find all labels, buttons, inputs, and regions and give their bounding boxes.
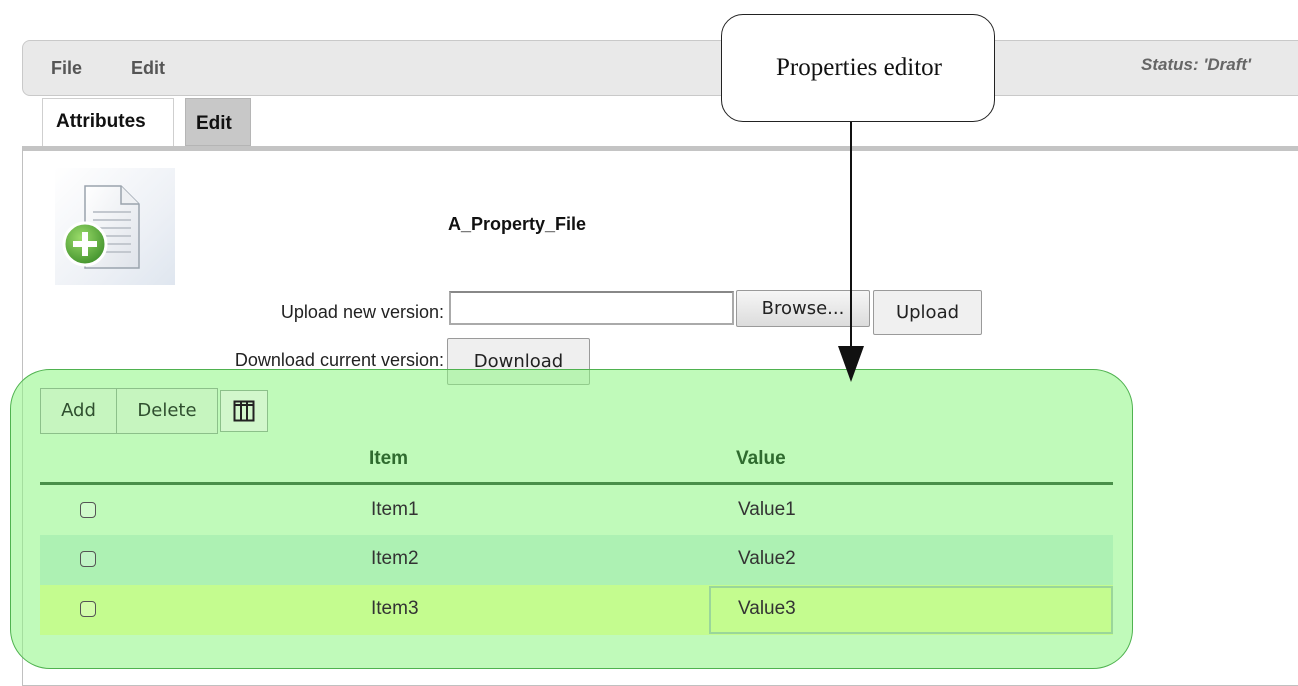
row-checkbox[interactable]	[80, 502, 96, 518]
table-row[interactable]: Item2 Value2	[40, 535, 1113, 585]
upload-button[interactable]: Upload	[873, 290, 982, 335]
document-add-icon	[55, 168, 175, 285]
upload-label: Upload new version:	[280, 302, 444, 322]
table-row[interactable]: Item1 Value1	[40, 486, 1113, 536]
tab-edit[interactable]: Edit	[185, 98, 251, 146]
column-header-value[interactable]: Value	[736, 448, 786, 470]
download-label: Download current version:	[234, 350, 444, 370]
row-item-cell[interactable]: Item3	[371, 598, 419, 620]
header-divider	[40, 482, 1113, 485]
delete-row-button[interactable]: Delete	[116, 388, 218, 434]
add-row-button[interactable]: Add	[40, 388, 117, 434]
callout-text: Properties editor	[776, 54, 942, 81]
menu-edit[interactable]: Edit	[131, 58, 165, 79]
row-checkbox[interactable]	[80, 551, 96, 567]
row-value-cell[interactable]: Value2	[738, 548, 796, 570]
callout-box: Properties editor	[721, 14, 995, 122]
columns-button[interactable]	[220, 390, 268, 432]
row-value-cell[interactable]: Value3	[738, 598, 796, 620]
row-item-cell[interactable]: Item2	[371, 548, 419, 570]
callout-connector-line	[850, 120, 852, 363]
row-checkbox[interactable]	[80, 601, 96, 617]
callout-arrowhead	[838, 346, 864, 382]
row-item-cell[interactable]: Item1	[371, 499, 419, 521]
tab-attributes[interactable]: Attributes	[42, 98, 174, 146]
table-row-selected[interactable]: Item3 Value3	[40, 585, 1113, 635]
menu-file[interactable]: File	[51, 58, 82, 79]
menu-bar: File Edit	[22, 40, 1298, 96]
column-header-item[interactable]: Item	[369, 448, 408, 470]
row-value-cell[interactable]: Value1	[738, 499, 796, 521]
columns-icon	[233, 400, 255, 422]
status-label: Status: 'Draft'	[1141, 55, 1252, 74]
file-name: A_Property_File	[448, 214, 587, 234]
upload-file-input[interactable]	[449, 291, 734, 325]
